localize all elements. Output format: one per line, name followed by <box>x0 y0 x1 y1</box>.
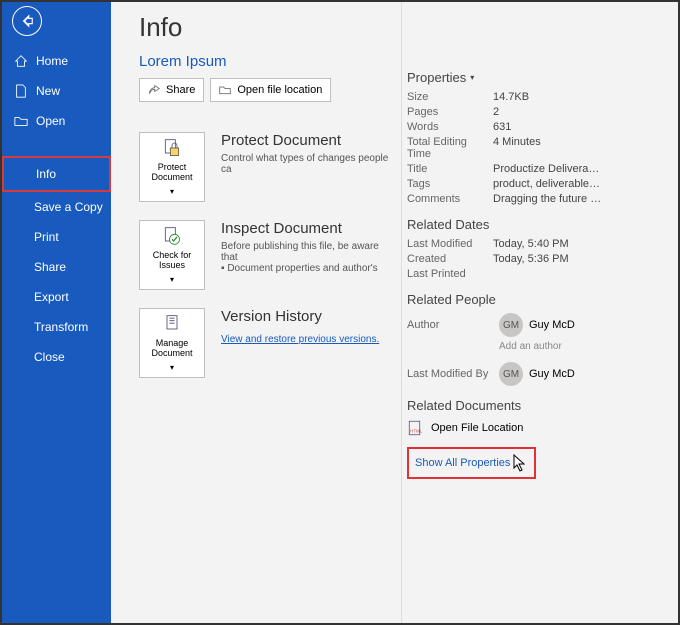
nav-transform[interactable]: Transform <box>2 312 111 342</box>
nav-new[interactable]: New <box>2 76 111 106</box>
version-history-section: Manage Document ▾ Version History View a… <box>139 308 391 378</box>
related-documents-header: Related Documents <box>407 398 673 413</box>
nav-export-label: Export <box>34 290 69 304</box>
info-toolbar: Share Open file location <box>139 78 391 102</box>
folder-icon <box>219 84 231 96</box>
nav-info-label: Info <box>36 167 56 181</box>
new-doc-icon <box>14 84 28 98</box>
open-file-location-label: Open file location <box>237 84 322 96</box>
open-file-location-text: Open File Location <box>431 422 523 434</box>
protect-document-title: Protect Document <box>221 132 391 149</box>
nav-share[interactable]: Share <box>2 252 111 282</box>
nav-open[interactable]: Open <box>2 106 111 136</box>
protect-document-desc: Control what types of changes people ca <box>221 153 391 175</box>
info-center-pane: Info Lorem Ipsum Share Open file locatio… <box>111 2 401 623</box>
check-for-issues-card[interactable]: Check for Issues ▾ <box>139 220 205 290</box>
dropdown-caret-icon: ▾ <box>170 275 174 284</box>
show-all-properties-highlight: Show All Properties <box>407 447 536 479</box>
nav-close-label: Close <box>34 350 65 364</box>
author-name: Guy McD <box>529 319 575 331</box>
inspect-document-desc1: Before publishing this file, be aware th… <box>221 241 391 263</box>
protect-document-section: Protect Document ▾ Protect Document Cont… <box>139 132 391 202</box>
open-folder-icon <box>14 114 28 128</box>
share-button-label: Share <box>166 84 195 96</box>
manage-document-icon <box>162 314 182 334</box>
author-avatar[interactable]: GM <box>499 313 523 337</box>
backstage-sidebar: Home New Open Info Save a Copy Print Sha… <box>2 2 111 623</box>
related-dates-header: Related Dates <box>407 217 673 232</box>
date-last-printed: Last Printed <box>407 268 673 280</box>
version-history-link[interactable]: View and restore previous versions. <box>221 334 379 345</box>
manage-document-card[interactable]: Manage Document ▾ <box>139 308 205 378</box>
html-file-icon: HTML <box>407 419 425 437</box>
last-modified-by-avatar[interactable]: GM <box>499 362 523 386</box>
prop-comments[interactable]: CommentsDragging the future into n… <box>407 193 673 205</box>
prop-editing-time: Total Editing Time4 Minutes <box>407 136 673 160</box>
main-area: Info Lorem Ipsum Share Open file locatio… <box>111 2 678 623</box>
nav-print[interactable]: Print <box>2 222 111 252</box>
home-icon <box>14 54 28 68</box>
nav-export[interactable]: Export <box>2 282 111 312</box>
nav-close[interactable]: Close <box>2 342 111 372</box>
share-button[interactable]: Share <box>139 78 204 102</box>
check-document-icon <box>162 226 182 246</box>
author-label: Author <box>407 319 493 331</box>
inspect-document-title: Inspect Document <box>221 220 391 237</box>
chevron-down-icon: ▾ <box>470 73 474 82</box>
date-created: CreatedToday, 5:36 PM <box>407 253 673 265</box>
mouse-cursor-icon <box>512 453 528 473</box>
open-file-location-link[interactable]: HTML Open File Location <box>407 419 673 437</box>
document-name: Lorem Ipsum <box>139 53 391 70</box>
inspect-document-section: Check for Issues ▾ Inspect Document Befo… <box>139 220 391 290</box>
back-arrow-icon <box>20 14 34 28</box>
nav-save-a-copy[interactable]: Save a Copy <box>2 192 111 222</box>
nav-info[interactable]: Info <box>2 156 111 192</box>
check-for-issues-card-label: Check for Issues <box>140 250 204 271</box>
page-title: Info <box>139 12 391 43</box>
nav-new-label: New <box>36 84 60 98</box>
prop-words: Words631 <box>407 121 673 133</box>
nav-transform-label: Transform <box>34 320 88 334</box>
properties-header-label: Properties <box>407 70 466 85</box>
nav-home-label: Home <box>36 54 68 68</box>
last-modified-by-label: Last Modified By <box>407 368 493 380</box>
prop-size: Size14.7KB <box>407 91 673 103</box>
version-history-title: Version History <box>221 308 391 325</box>
last-modified-by-row: Last Modified By GM Guy McD <box>407 362 673 386</box>
nav-save-a-copy-label: Save a Copy <box>34 200 103 214</box>
date-last-modified: Last ModifiedToday, 5:40 PM <box>407 238 673 250</box>
svg-text:HTML: HTML <box>410 429 423 434</box>
protect-document-card[interactable]: Protect Document ▾ <box>139 132 205 202</box>
lock-document-icon <box>162 138 182 158</box>
last-modified-by-name: Guy McD <box>529 368 575 380</box>
inspect-document-desc2: ▪ Document properties and author's <box>221 263 391 274</box>
prop-title[interactable]: TitleProductize Deliverables <box>407 163 673 175</box>
show-all-properties-link[interactable]: Show All Properties <box>415 457 510 469</box>
open-file-location-button[interactable]: Open file location <box>210 78 331 102</box>
nav-home[interactable]: Home <box>2 46 111 76</box>
manage-document-card-label: Manage Document <box>140 338 204 359</box>
properties-pane: Properties ▾ Size14.7KB Pages2 Words631 … <box>401 2 678 623</box>
nav-open-label: Open <box>36 114 65 128</box>
dropdown-caret-icon: ▾ <box>170 363 174 372</box>
related-people-header: Related People <box>407 292 673 307</box>
protect-document-card-label: Protect Document <box>140 162 204 183</box>
back-button[interactable] <box>12 6 42 36</box>
properties-header[interactable]: Properties ▾ <box>407 70 673 85</box>
author-row: Author GM Guy McD <box>407 313 673 337</box>
nav-print-label: Print <box>34 230 59 244</box>
prop-tags[interactable]: Tagsproduct, deliverables, opti… <box>407 178 673 190</box>
dropdown-caret-icon: ▾ <box>170 187 174 196</box>
prop-pages: Pages2 <box>407 106 673 118</box>
share-icon <box>148 84 160 96</box>
add-author-link[interactable]: Add an author <box>499 341 673 352</box>
nav-share-label: Share <box>34 260 66 274</box>
